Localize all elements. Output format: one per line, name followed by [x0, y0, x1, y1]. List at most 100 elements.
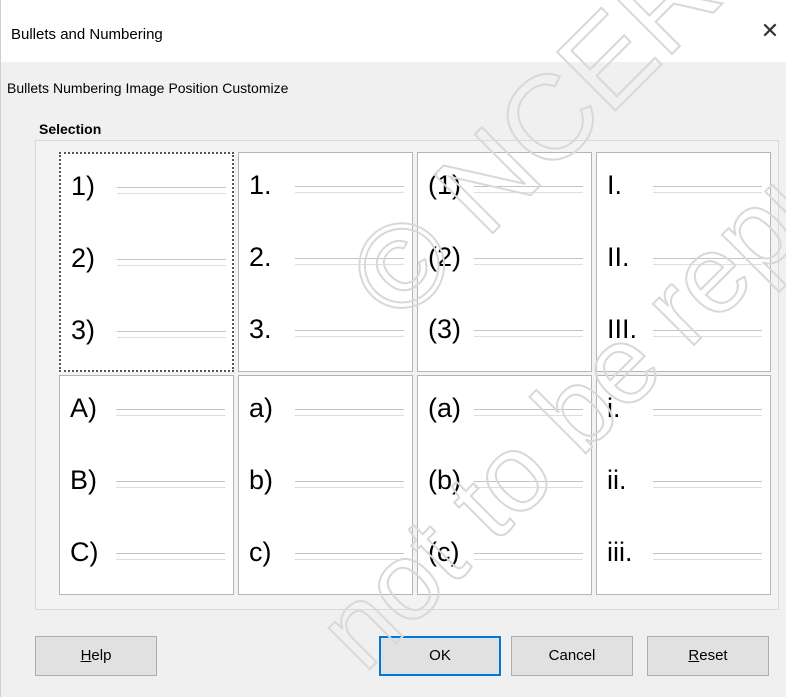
numbering-sample-row: ii.: [607, 460, 762, 500]
tab-bullets[interactable]: Bullets: [7, 78, 49, 100]
sample-line: [653, 559, 762, 560]
tab-bar: Bullets Numbering Image Position Customi…: [7, 78, 288, 100]
sample-line: [295, 559, 404, 560]
sample-line: [653, 553, 762, 554]
ok-button[interactable]: OK: [379, 636, 501, 676]
sample-line: [295, 553, 404, 554]
tab-image[interactable]: Image: [126, 78, 165, 100]
sample-line: [653, 330, 762, 331]
numbering-sample-row: 3.: [249, 309, 404, 349]
numbering-label: (c): [428, 537, 460, 567]
numbering-style-option[interactable]: A) B) C): [59, 375, 234, 595]
numbering-label: (3): [428, 314, 461, 344]
numbering-sample-row: (1): [428, 165, 583, 205]
numbering-label: 1.: [249, 170, 272, 200]
numbering-style-grid: 1) 2) 3) 1. 2. 3. (1) (2) (3) I. II. III. A) B) C) a) b)…: [59, 152, 771, 595]
sample-line: [116, 481, 225, 482]
title-bar: Bullets and Numbering ✕: [1, 0, 786, 62]
selection-heading: Selection: [39, 121, 102, 137]
numbering-sample-row: 2.: [249, 237, 404, 277]
numbering-label: A): [70, 393, 97, 423]
numbering-label: 2): [71, 243, 96, 273]
tab-numbering[interactable]: Numbering: [53, 78, 121, 100]
numbering-sample-row: A): [70, 388, 225, 428]
sample-line: [653, 186, 762, 187]
numbering-style-option[interactable]: 1) 2) 3): [59, 152, 234, 372]
bullets-numbering-dialog: Bullets and Numbering ✕ Bullets Numberin…: [0, 0, 786, 697]
sample-line: [474, 409, 583, 410]
sample-line: [653, 415, 762, 416]
sample-line: [295, 409, 404, 410]
numbering-sample-row: (c): [428, 532, 583, 572]
sample-line: [295, 258, 404, 259]
sample-line: [117, 259, 226, 260]
reset-button[interactable]: Reset: [647, 636, 769, 676]
numbering-sample-row: I.: [607, 165, 762, 205]
numbering-sample-row: (3): [428, 309, 583, 349]
numbering-style-option[interactable]: (1) (2) (3): [417, 152, 592, 372]
numbering-sample-row: II.: [607, 237, 762, 277]
sample-line: [474, 264, 583, 265]
numbering-label: I.: [607, 170, 623, 200]
numbering-sample-row: (2): [428, 237, 583, 277]
dialog-title: Bullets and Numbering: [11, 26, 163, 43]
numbering-label: B): [70, 465, 97, 495]
numbering-label: 1): [71, 171, 96, 201]
numbering-label: c): [249, 537, 272, 567]
sample-line: [474, 330, 583, 331]
sample-line: [474, 487, 583, 488]
numbering-sample-row: (b): [428, 460, 583, 500]
numbering-label: (1): [428, 170, 461, 200]
numbering-sample-row: 2): [71, 238, 226, 278]
sample-line: [295, 186, 404, 187]
numbering-sample-row: 3): [71, 310, 226, 350]
sample-line: [117, 193, 226, 194]
tab-position[interactable]: Position: [168, 78, 218, 100]
numbering-sample-row: III.: [607, 309, 762, 349]
numbering-sample-row: b): [249, 460, 404, 500]
sample-line: [295, 487, 404, 488]
sample-line: [295, 192, 404, 193]
numbering-style-option[interactable]: i. ii. iii.: [596, 375, 771, 595]
sample-line: [116, 415, 225, 416]
numbering-label: 3.: [249, 314, 272, 344]
numbering-label: (b): [428, 465, 461, 495]
numbering-sample-row: iii.: [607, 532, 762, 572]
sample-line: [474, 192, 583, 193]
reset-rest: eset: [699, 647, 728, 664]
sample-line: [295, 481, 404, 482]
sample-line: [474, 553, 583, 554]
sample-line: [295, 336, 404, 337]
help-button[interactable]: Help: [35, 636, 157, 676]
numbering-style-option[interactable]: I. II. III.: [596, 152, 771, 372]
sample-line: [295, 415, 404, 416]
numbering-sample-row: 1.: [249, 165, 404, 205]
numbering-sample-row: c): [249, 532, 404, 572]
sample-line: [117, 337, 226, 338]
sample-line: [116, 409, 225, 410]
sample-line: [117, 265, 226, 266]
numbering-style-option[interactable]: 1. 2. 3.: [238, 152, 413, 372]
sample-line: [116, 559, 225, 560]
numbering-label: i.: [607, 393, 621, 423]
numbering-sample-row: i.: [607, 388, 762, 428]
cancel-button[interactable]: Cancel: [511, 636, 633, 676]
numbering-label: C): [70, 537, 99, 567]
numbering-sample-row: B): [70, 460, 225, 500]
sample-line: [474, 415, 583, 416]
sample-line: [653, 481, 762, 482]
sample-line: [295, 330, 404, 331]
numbering-label: (a): [428, 393, 461, 423]
close-icon[interactable]: ✕: [757, 16, 783, 46]
numbering-style-option[interactable]: (a) (b) (c): [417, 375, 592, 595]
sample-line: [653, 258, 762, 259]
numbering-style-option[interactable]: a) b) c): [238, 375, 413, 595]
sample-line: [116, 487, 225, 488]
sample-line: [117, 187, 226, 188]
numbering-label: a): [249, 393, 274, 423]
numbering-label: iii.: [607, 537, 633, 567]
numbering-label: III.: [607, 314, 638, 344]
sample-line: [653, 192, 762, 193]
sample-line: [474, 186, 583, 187]
tab-customize[interactable]: Customize: [222, 78, 288, 100]
